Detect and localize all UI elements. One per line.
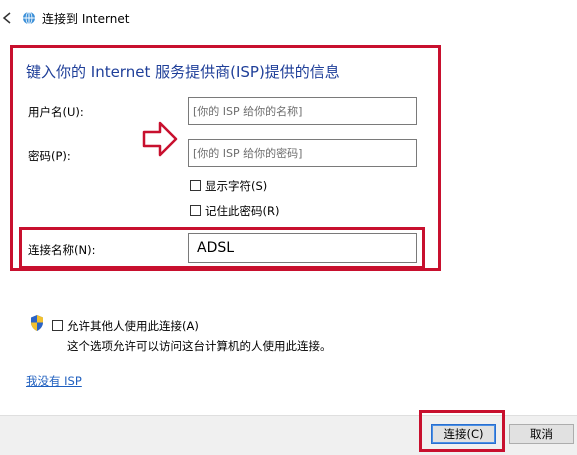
- allow-others-checkbox[interactable]: [52, 320, 63, 331]
- right-arrow-icon: [142, 121, 178, 157]
- network-globe-icon: [23, 11, 35, 25]
- remember-password-label[interactable]: 记住此密码(R): [205, 203, 279, 219]
- window-title: 连接到 Internet: [42, 12, 130, 26]
- uac-shield-icon: [31, 315, 43, 331]
- connect-button[interactable]: 连接(C): [431, 424, 496, 444]
- show-chars-label[interactable]: 显示字符(S): [205, 178, 267, 194]
- connection-name-input[interactable]: ADSL: [188, 233, 417, 263]
- connection-name-label: 连接名称(N):: [28, 243, 96, 257]
- show-chars-checkbox[interactable]: [190, 180, 201, 191]
- no-isp-link[interactable]: 我没有 ISP: [26, 373, 82, 389]
- form-heading: 键入你的 Internet 服务提供商(ISP)提供的信息: [26, 63, 340, 81]
- remember-password-checkbox[interactable]: [190, 205, 201, 216]
- back-arrow-icon[interactable]: [0, 8, 14, 28]
- password-label: 密码(P):: [28, 149, 71, 163]
- username-label: 用户名(U):: [28, 105, 84, 119]
- password-placeholder: [你的 ISP 给你的密码]: [193, 147, 303, 160]
- cancel-button[interactable]: 取消: [509, 424, 574, 444]
- allow-others-description: 这个选项允许可以访问这台计算机的人使用此连接。: [67, 339, 332, 353]
- username-input[interactable]: [你的 ISP 给你的名称]: [188, 97, 417, 125]
- password-input[interactable]: [你的 ISP 给你的密码]: [188, 139, 417, 167]
- username-placeholder: [你的 ISP 给你的名称]: [193, 105, 303, 118]
- connection-name-value: ADSL: [197, 240, 235, 256]
- allow-others-label[interactable]: 允许其他人使用此连接(A): [67, 318, 199, 334]
